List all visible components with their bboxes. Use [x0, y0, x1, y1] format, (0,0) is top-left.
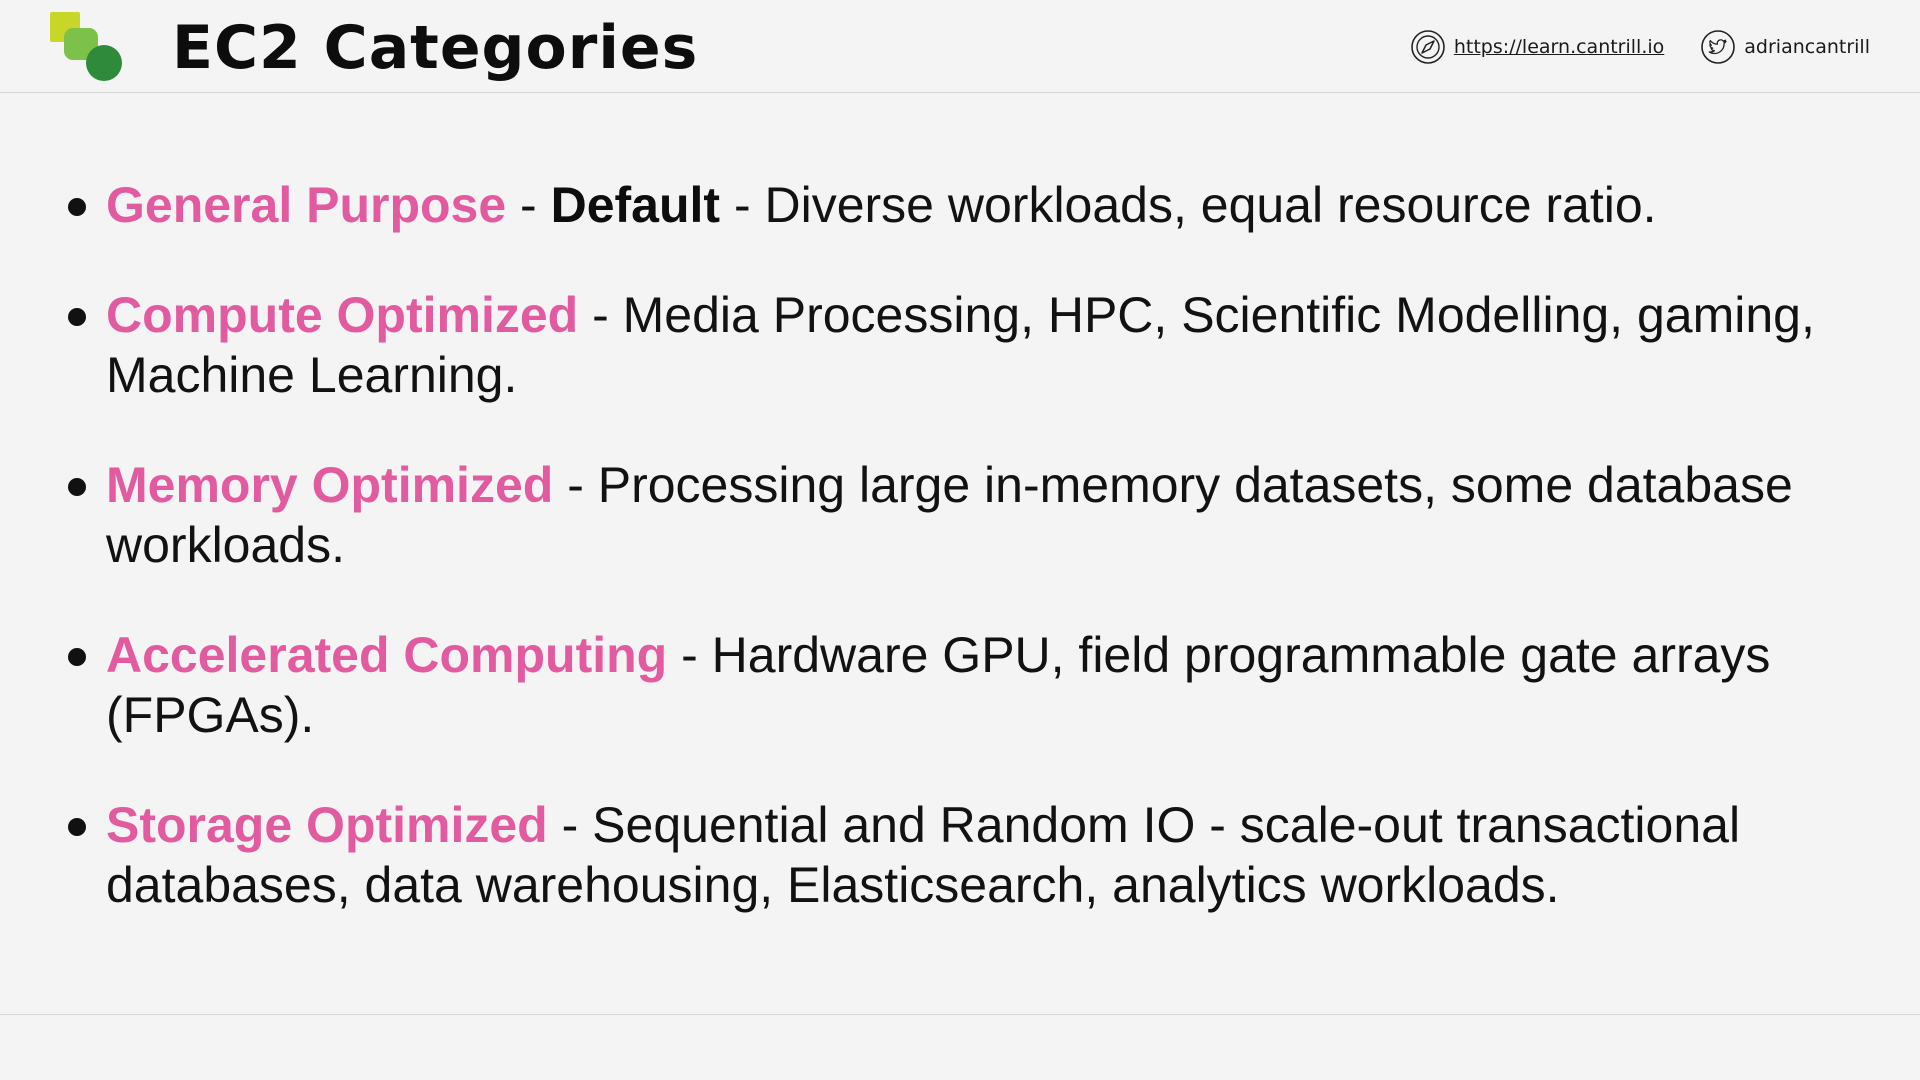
header-links: https://learn.cantrill.io adriancantrill	[1410, 28, 1870, 66]
category-term: Accelerated Computing	[106, 627, 668, 683]
website-link[interactable]: https://learn.cantrill.io	[1410, 29, 1664, 65]
separator: -	[667, 627, 712, 683]
twitter-handle[interactable]: adriancantrill	[1744, 36, 1870, 58]
list-item-storage-optimized: Storage Optimized - Sequential and Rando…	[64, 795, 1844, 915]
list-item-general-purpose: General Purpose - Default - Diverse work…	[64, 175, 1844, 235]
separator: -	[547, 797, 593, 853]
cantrill-logo-icon	[48, 10, 124, 84]
bullet-icon	[68, 478, 86, 496]
list-item-accelerated-computing: Accelerated Computing - Hardware GPU, fi…	[64, 625, 1844, 745]
category-list: General Purpose - Default - Diverse work…	[64, 175, 1844, 965]
bullet-icon	[68, 308, 86, 326]
separator: -	[553, 457, 598, 513]
category-term: Memory Optimized	[106, 457, 554, 513]
compass-icon	[1410, 29, 1446, 65]
category-description: Diverse workloads, equal resource ratio.	[764, 177, 1657, 233]
category-term: Storage Optimized	[106, 797, 548, 853]
separator: -	[578, 287, 623, 343]
category-term: Compute Optimized	[106, 287, 579, 343]
twitter-bird-icon	[1700, 29, 1736, 65]
bullet-icon	[68, 648, 86, 666]
category-term: General Purpose	[106, 177, 507, 233]
list-item-memory-optimized: Memory Optimized - Processing large in-m…	[64, 455, 1844, 575]
separator: -	[506, 177, 551, 233]
bullet-icon	[68, 818, 86, 836]
separator: -	[720, 177, 765, 233]
list-item-compute-optimized: Compute Optimized - Media Processing, HP…	[64, 285, 1844, 405]
website-url[interactable]: https://learn.cantrill.io	[1454, 36, 1664, 58]
default-label: Default	[550, 177, 721, 233]
slide-header: EC2 Categories https://learn.cantrill.io…	[0, 0, 1920, 93]
bullet-icon	[68, 198, 86, 216]
twitter-link[interactable]: adriancantrill	[1700, 29, 1870, 65]
footer-divider	[0, 1014, 1920, 1015]
page-title: EC2 Categories	[172, 13, 699, 83]
